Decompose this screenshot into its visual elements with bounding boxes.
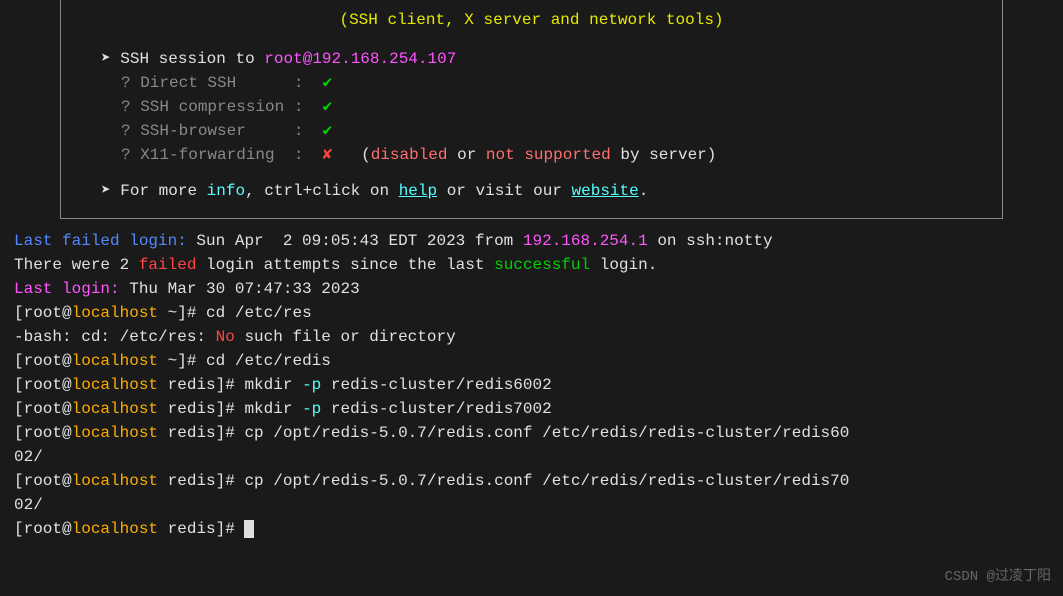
check-direct-ssh: ? Direct SSH : ✔	[81, 71, 982, 95]
check-icon: ✔	[323, 74, 333, 92]
prompt-line-3: [root@localhost redis]# mkdir -p redis-c…	[14, 373, 1049, 397]
watermark: CSDN @过凌丁阳	[945, 567, 1051, 588]
prompt-current[interactable]: [root@localhost redis]#	[14, 517, 1049, 541]
prompt-line-6-wrap: 02/	[14, 493, 1049, 517]
banner-subtitle: (SSH client, X server and network tools)	[81, 0, 982, 47]
arrow-icon: ➤	[101, 182, 111, 200]
info-text: info	[207, 182, 245, 200]
prompt-line-1: [root@localhost ~]# cd /etc/res	[14, 301, 1049, 325]
cursor	[244, 520, 254, 538]
ssh-banner-box: (SSH client, X server and network tools)…	[60, 0, 1003, 219]
error-line: -bash: cd: /etc/res: No such file or dir…	[14, 325, 1049, 349]
prompt-line-2: [root@localhost ~]# cd /etc/redis	[14, 349, 1049, 373]
session-target: root@192.168.254.107	[264, 50, 456, 68]
terminal-output[interactable]: Last failed login: Sun Apr 2 09:05:43 ED…	[0, 229, 1063, 541]
failed-attempts: There were 2 failed login attempts since…	[14, 253, 1049, 277]
session-prefix: SSH session to	[120, 50, 264, 68]
check-browser: ? SSH-browser : ✔	[81, 119, 982, 143]
banner-footer: ➤ For more info, ctrl+click on help or v…	[81, 179, 982, 203]
ssh-session-line: ➤ SSH session to root@192.168.254.107	[81, 47, 982, 71]
check-icon: ✔	[323, 98, 333, 116]
prompt-line-5: [root@localhost redis]# cp /opt/redis-5.…	[14, 421, 1049, 445]
prompt-line-4: [root@localhost redis]# mkdir -p redis-c…	[14, 397, 1049, 421]
help-link[interactable]: help	[399, 182, 437, 200]
website-link[interactable]: website	[572, 182, 639, 200]
prompt-line-5-wrap: 02/	[14, 445, 1049, 469]
last-login: Last login: Thu Mar 30 07:47:33 2023	[14, 277, 1049, 301]
check-icon: ✔	[323, 122, 333, 140]
check-x11: ? X11-forwarding : ✘ (disabled or not su…	[81, 143, 982, 167]
check-compression: ? SSH compression : ✔	[81, 95, 982, 119]
prompt-line-6: [root@localhost redis]# cp /opt/redis-5.…	[14, 469, 1049, 493]
arrow-icon: ➤	[101, 50, 111, 68]
last-failed-login: Last failed login: Sun Apr 2 09:05:43 ED…	[14, 229, 1049, 253]
cross-icon: ✘	[323, 146, 333, 164]
